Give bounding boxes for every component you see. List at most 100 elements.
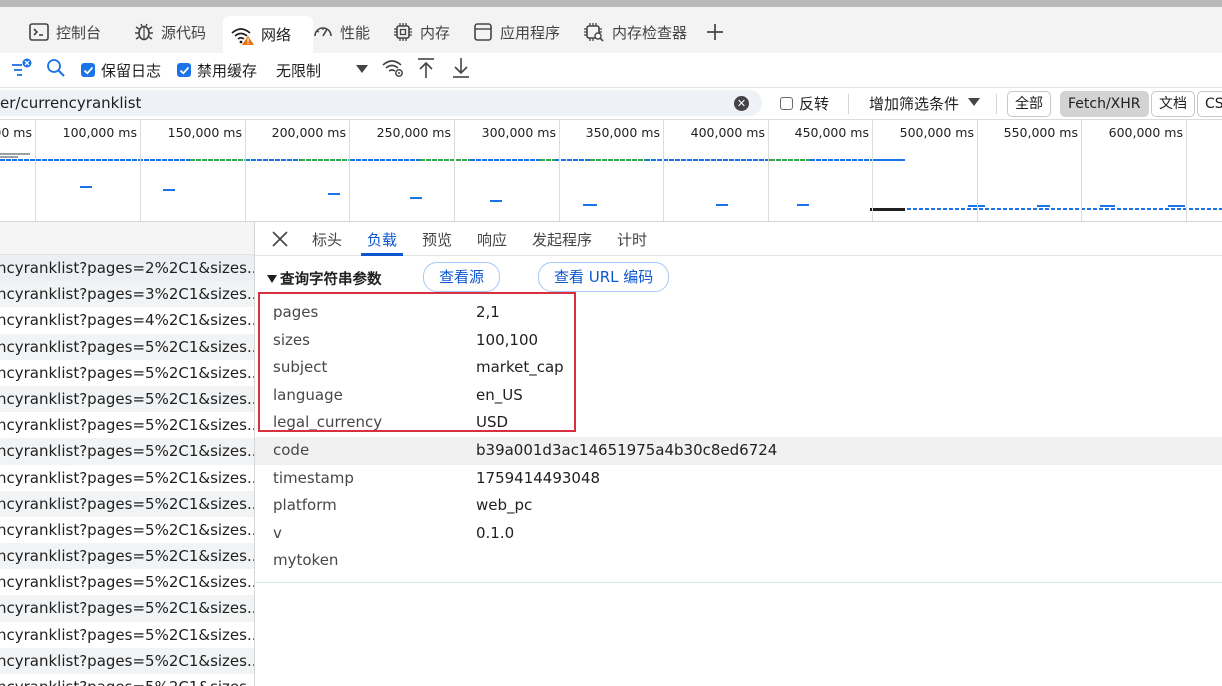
- tab-network[interactable]: 网络: [223, 16, 313, 53]
- tab-console[interactable]: 控制台: [22, 14, 107, 50]
- disable-cache-checkbox[interactable]: 禁用缓存: [177, 59, 257, 81]
- network-conditions-button[interactable]: [381, 59, 405, 81]
- clear-filter-button[interactable]: [10, 58, 34, 81]
- timeline-gridline: [872, 120, 873, 221]
- throttling-select[interactable]: 无限制: [276, 59, 369, 81]
- tab-memory[interactable]: 内存: [386, 14, 456, 50]
- request-row[interactable]: ncyranklist?pages=2%2C1&sizes...: [0, 255, 254, 282]
- query-params-title: 查询字符串参数: [280, 272, 382, 288]
- search-icon: [45, 57, 67, 83]
- request-row[interactable]: ncyranklist?pages=5%2C1&sizes...: [0, 569, 254, 595]
- timeline-bar: [299, 159, 300, 161]
- request-row[interactable]: ncyranklist?pages=5%2C1&sizes...: [0, 543, 254, 570]
- request-row[interactable]: ncyranklist?pages=5%2C1&sizes...: [0, 438, 254, 465]
- timeline-bar: [1093, 208, 1097, 210]
- timeline-bar: [80, 186, 92, 188]
- request-list-header: [0, 222, 254, 255]
- timeline-bar: [1039, 208, 1043, 210]
- request-row[interactable]: ncyranklist?pages=5%2C1&sizes...: [0, 595, 254, 622]
- view-source-button[interactable]: 查看源: [423, 262, 501, 292]
- tab-payload[interactable]: 负载: [360, 222, 404, 256]
- request-row[interactable]: ncyranklist?pages=5%2C1&sizes...: [0, 465, 254, 491]
- timeline-tick-label: 450,000 ms: [794, 125, 869, 140]
- timeline-bar: [546, 159, 551, 161]
- add-tab-plus-icon[interactable]: [704, 21, 726, 43]
- timeline-bar: [1003, 208, 1007, 210]
- timeline-bar: [1117, 208, 1121, 210]
- tab-memory-inspector[interactable]: 内存检查器: [576, 14, 693, 50]
- timeline-overview[interactable]: 00 ms 100,000 ms 150,000 ms 200,000 ms 250,0…: [0, 120, 1222, 222]
- timeline-bar: [287, 159, 292, 161]
- param-value: market_cap: [476, 358, 564, 377]
- timeline-bar: [42, 159, 47, 161]
- tab-performance[interactable]: 性能: [306, 14, 376, 50]
- request-row[interactable]: ncyranklist?pages=5%2C1&sizes...: [0, 490, 254, 517]
- timeline-bar: [392, 159, 397, 161]
- query-params-section-toggle[interactable]: 查询字符串参数: [267, 268, 382, 289]
- param-key: v: [273, 523, 282, 542]
- timeline-bar: [687, 159, 692, 161]
- tab-label: 控制台: [56, 23, 102, 42]
- filter-input[interactable]: er/currencyranklist ✕: [0, 90, 762, 116]
- timeline-bar: [596, 159, 601, 161]
- upload-icon: [416, 57, 436, 83]
- view-url-encoded-button[interactable]: 查看 URL 编码: [538, 262, 670, 292]
- chip-fetch-xhr[interactable]: Fetch/XHR: [1060, 91, 1149, 117]
- preserve-log-checkbox[interactable]: 保留日志: [81, 59, 161, 81]
- timeline-bar: [1087, 208, 1091, 210]
- clear-input-icon[interactable]: ✕: [734, 96, 749, 111]
- timeline-bar: [524, 159, 529, 161]
- tab-initiator[interactable]: 发起程序: [532, 222, 592, 255]
- timeline-gridline: [35, 120, 36, 221]
- timeline-gridline: [349, 120, 350, 221]
- query-param-row: subject market_cap: [255, 354, 1222, 382]
- chip-css[interactable]: CSS: [1197, 91, 1222, 117]
- timeline-bar: [573, 159, 578, 161]
- triangle-down-icon: [267, 272, 277, 288]
- tab-timing[interactable]: 计时: [617, 222, 647, 255]
- timeline-bar: [468, 159, 470, 161]
- timeline-bar: [306, 159, 311, 161]
- request-row[interactable]: ncyranklist?pages=5%2C1&sizes...: [0, 412, 254, 438]
- request-row[interactable]: ncyranklist?pages=3%2C1&sizes...: [0, 281, 254, 308]
- request-row[interactable]: ncyranklist?pages=5%2C1&sizes...: [0, 360, 254, 386]
- memory-inspector-icon: [582, 21, 606, 43]
- timeline-bar: [476, 159, 481, 161]
- param-value: 0.1.0: [476, 523, 515, 542]
- search-button[interactable]: [45, 59, 67, 81]
- timeline-gridline: [559, 120, 560, 221]
- tab-sources[interactable]: 源代码: [127, 14, 212, 50]
- invert-checkbox[interactable]: 反转: [780, 92, 829, 114]
- request-row[interactable]: ncyranklist?pages=5%2C1&sizes...: [0, 517, 254, 543]
- chip-doc[interactable]: 文档: [1151, 91, 1195, 117]
- more-filters-dropdown[interactable]: 增加筛选条件: [869, 92, 981, 114]
- close-icon[interactable]: [271, 230, 289, 248]
- timeline-bar: [1027, 208, 1031, 210]
- timeline-tick-label: 250,000 ms: [376, 125, 451, 140]
- more-filters-label: 增加筛选条件: [869, 94, 960, 113]
- import-har-button[interactable]: [416, 57, 436, 83]
- timeline-bar: [144, 159, 149, 161]
- timeline-gridline: [245, 120, 246, 221]
- request-row[interactable]: ncyranklist?pages=5%2C1&sizes...: [0, 674, 254, 686]
- chip-all[interactable]: 全部: [1007, 91, 1051, 117]
- timeline-bar: [741, 159, 746, 161]
- export-har-button[interactable]: [451, 58, 471, 81]
- timeline-bar: [626, 159, 631, 161]
- tab-preview[interactable]: 预览: [422, 222, 452, 255]
- request-row[interactable]: ncyranklist?pages=4%2C1&sizes...: [0, 307, 254, 333]
- request-rows: ncyranklist?pages=2%2C1&sizes... ncyrankl…: [0, 255, 254, 686]
- performance-icon: [312, 21, 334, 43]
- tab-label: 应用程序: [500, 23, 561, 42]
- param-value: 100,100: [476, 330, 539, 349]
- request-row[interactable]: ncyranklist?pages=5%2C1&sizes...: [0, 622, 254, 648]
- timeline-bar: [1021, 208, 1025, 210]
- request-row[interactable]: ncyranklist?pages=5%2C1&sizes...: [0, 333, 254, 360]
- request-row[interactable]: ncyranklist?pages=5%2C1&sizes...: [0, 647, 254, 674]
- tab-application[interactable]: 应用程序: [466, 14, 566, 50]
- timeline-bar: [180, 159, 185, 161]
- checkbox-checked-icon: [81, 63, 95, 77]
- tab-response[interactable]: 响应: [477, 222, 507, 255]
- tab-headers[interactable]: 标头: [312, 222, 342, 255]
- request-row[interactable]: ncyranklist?pages=5%2C1&sizes...: [0, 385, 254, 413]
